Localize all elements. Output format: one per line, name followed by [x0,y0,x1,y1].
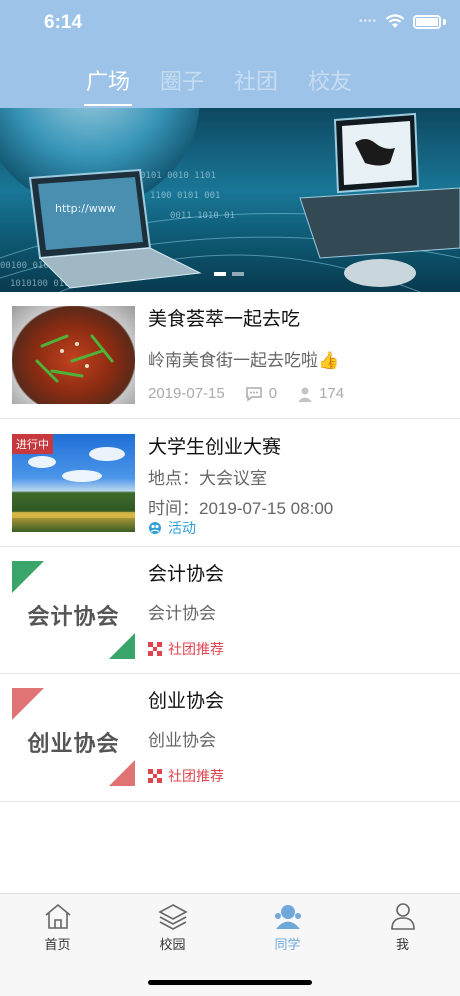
carousel-indicator[interactable] [214,272,244,276]
corner-mark [12,688,44,720]
signal-icon: •••• [358,16,377,27]
layers-icon [157,904,188,930]
club-thumbnail: 创业协会 [12,688,135,786]
post-thumbnail [12,306,135,404]
tab-me[interactable]: 我 [345,902,460,953]
thumbs-up-icon: 👍 [318,351,340,370]
home-indicator[interactable] [148,980,312,985]
club-thumbnail-text: 创业协会 [27,731,120,756]
header: 6:14 •••• 广场 圈子 社团 校友 [0,0,460,108]
svg-text:1100 0101 001: 1100 0101 001 [150,191,220,201]
tab-alumni[interactable]: 校友 [308,64,352,104]
club-name: 创业协会 [148,691,225,712]
battery-icon [413,14,441,29]
post-subtitle-text: 岭南美食街一起去吃啦 [148,351,318,370]
activity-location: 地点：大会议室 [148,469,267,488]
person-icon [298,387,313,402]
tab-campus-label: 校园 [159,937,186,952]
club-description: 会计协会 [148,604,216,623]
food-image [35,334,114,383]
activity-item[interactable]: 进行中 大学生创业大赛 地点：大会议室 时间：2019-07-15 08:00 … [0,419,460,547]
activity-icon [149,522,161,534]
classmates-icon [274,905,301,929]
corner-mark [109,760,135,786]
tab-classmates[interactable]: 同学 [230,902,345,953]
tab-home[interactable]: 首页 [0,902,115,953]
status-time: 6:14 [44,12,83,33]
carousel-dot[interactable] [214,272,226,276]
post-meta: 2019-07-15 0 174 [148,385,344,402]
post-subtitle: 岭南美食街一起去吃啦👍 [148,346,339,371]
comment-icon [245,386,262,401]
post-title: 美食荟萃一起去吃 [148,309,301,330]
tab-square[interactable]: 广场 [83,64,133,106]
post-date: 2019-07-15 [148,385,225,402]
club-icon [148,769,162,783]
club-item[interactable]: 创业协会 创业协会 创业协会 社团推荐 [0,674,460,802]
status-icons: •••• [359,14,446,29]
svg-text:0011 1010 01: 0011 1010 01 [170,211,235,221]
club-thumbnail: 会计协会 [12,561,135,659]
tab-home-label: 首页 [44,937,71,952]
post-item[interactable]: 美食荟萃一起去吃 岭南美食街一起去吃啦👍 2019-07-15 0 174 [0,292,460,419]
home-icon [44,903,71,929]
club-tag: 社团推荐 [148,639,224,659]
banner-carousel[interactable]: 0101 0010 1101 1100 0101 001 0011 1010 0… [0,108,460,292]
club-tag-label: 社团推荐 [168,768,224,784]
feed-list: 美食荟萃一起去吃 岭南美食街一起去吃啦👍 2019-07-15 0 174 进行… [0,292,460,802]
carousel-dot[interactable] [232,272,244,276]
club-thumbnail-text: 会计协会 [27,604,120,629]
tab-classmates-label: 同学 [274,937,301,952]
club-name: 会计协会 [148,564,225,585]
top-tabs: 广场 圈子 社团 校友 [83,64,352,106]
club-tag-label: 社团推荐 [168,641,224,657]
person-icon [390,903,415,930]
activity-tag: 活动 [148,518,196,538]
activity-time: 时间：2019-07-15 08:00 [148,499,334,518]
activity-tag-label: 活动 [168,520,196,536]
tab-clubs[interactable]: 社团 [234,64,278,104]
status-badge: 进行中 [12,434,53,454]
club-description: 创业协会 [148,731,216,750]
svg-text:http://www: http://www [55,202,116,215]
comment-count: 0 [268,385,278,402]
wifi-icon [385,14,405,28]
corner-mark [109,633,135,659]
view-count: 174 [319,385,345,402]
club-item[interactable]: 会计协会 会计协会 会计协会 社团推荐 [0,547,460,674]
svg-text:0101 0010 1101: 0101 0010 1101 [140,171,216,181]
tab-me-label: 我 [395,937,409,952]
activity-title: 大学生创业大赛 [148,437,282,458]
club-icon [148,642,162,656]
tab-campus[interactable]: 校园 [115,902,230,953]
club-tag: 社团推荐 [148,766,224,786]
tab-circles[interactable]: 圈子 [160,64,204,104]
activity-thumbnail: 进行中 [12,434,135,532]
corner-mark [12,561,44,593]
banner-image: 0101 0010 1101 1100 0101 001 0011 1010 0… [0,108,460,292]
